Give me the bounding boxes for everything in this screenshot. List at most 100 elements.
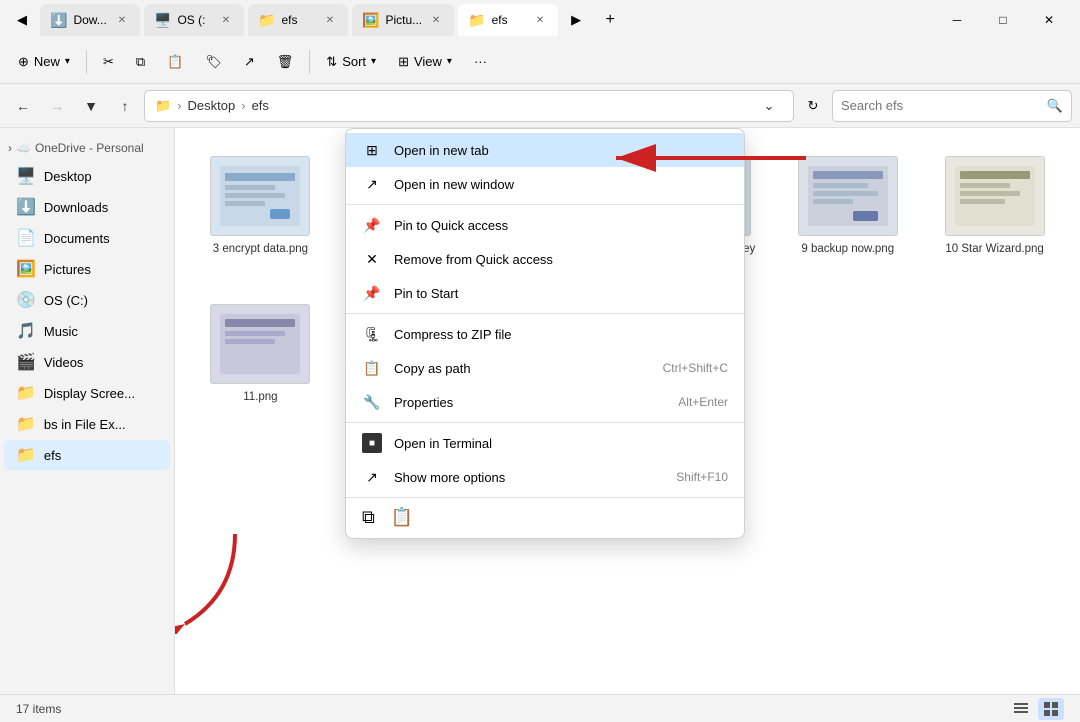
file-item-10[interactable]: 10 Star Wizard.png <box>929 148 1060 280</box>
refresh-button[interactable]: ↻ <box>798 91 828 121</box>
toolbar-sep-2 <box>309 50 310 74</box>
search-box[interactable]: 🔍 <box>832 90 1072 122</box>
sidebar-item-desktop[interactable]: 🖥️ Desktop <box>4 161 170 191</box>
share-button[interactable]: ↗ <box>234 45 265 79</box>
sidebar-efs-label: efs <box>44 448 61 463</box>
ctx-remove-quick[interactable]: ✕ Remove from Quick access <box>346 242 744 276</box>
search-input[interactable] <box>841 98 1041 113</box>
tab-efs2-close[interactable]: ✕ <box>532 12 548 28</box>
new-button[interactable]: ⊕ New ▾ <box>8 45 80 79</box>
tab-os[interactable]: 🖥️ OS (: ✕ <box>144 4 244 36</box>
sidebar-pictures-label: Pictures <box>44 262 91 277</box>
ctx-open-terminal[interactable]: ■ Open in Terminal <box>346 426 744 460</box>
copy-button[interactable]: ⧉ <box>126 45 155 79</box>
tab-efs2[interactable]: 📁 efs ✕ <box>458 4 558 36</box>
address-path[interactable]: 📁 › Desktop › efs ⌄ <box>144 90 794 122</box>
tab-pictures-close[interactable]: ✕ <box>428 12 444 28</box>
address-dropdown-button[interactable]: ⌄ <box>755 92 783 120</box>
pin-quick-icon: 📌 <box>362 215 382 235</box>
tab-efs1-label: efs <box>281 13 297 27</box>
minimize-button[interactable]: ─ <box>934 4 980 36</box>
sidebar-desktop-label: Desktop <box>44 169 92 184</box>
tab-downloads-close[interactable]: ✕ <box>114 12 130 28</box>
ctx-pin-start[interactable]: 📌 Pin to Start <box>346 276 744 310</box>
up-button[interactable]: ↑ <box>110 91 140 121</box>
sidebar-item-os-c[interactable]: 💿 OS (C:) <box>4 285 170 315</box>
sidebar-item-display[interactable]: 📁 Display Scree... <box>4 378 170 408</box>
new-chevron-icon: ▾ <box>65 56 70 67</box>
share-icon: ↗ <box>244 54 255 70</box>
efs-icon: 📁 <box>16 445 36 465</box>
rename-button[interactable]: 🏷 <box>195 45 232 79</box>
os-c-icon: 💿 <box>16 290 36 310</box>
sidebar-item-pictures[interactable]: 🖼️ Pictures <box>4 254 170 284</box>
tab-add-button[interactable]: + <box>594 4 626 36</box>
recent-locations-button[interactable]: ▼ <box>76 91 106 121</box>
file-item-3[interactable]: 3 encrypt data.png <box>195 148 326 280</box>
sidebar-item-documents[interactable]: 📄 Documents <box>4 223 170 253</box>
delete-icon: 🗑 <box>277 54 294 70</box>
tab-efs1-close[interactable]: ✕ <box>322 12 338 28</box>
ctx-paste-icon-2[interactable]: 📋 <box>391 507 413 528</box>
ctx-copy-path-label: Copy as path <box>394 361 651 376</box>
path-folder-icon: 📁 <box>155 98 171 114</box>
ctx-properties[interactable]: 🔧 Properties Alt+Enter <box>346 385 744 419</box>
grid-view-button[interactable] <box>1038 698 1064 720</box>
ctx-open-new-window[interactable]: ↗ Open in new window <box>346 167 744 201</box>
ctx-pin-quick[interactable]: 📌 Pin to Quick access <box>346 208 744 242</box>
videos-icon: 🎬 <box>16 352 36 372</box>
tab-next[interactable]: ▶ <box>562 4 590 36</box>
view-icon: ⊞ <box>398 54 409 70</box>
tab-prev[interactable]: ◀ <box>8 4 36 36</box>
ctx-copy-icon-2[interactable]: ⧉ <box>362 507 375 528</box>
sort-button[interactable]: ⇅ Sort ▾ <box>316 45 386 79</box>
sidebar-item-music[interactable]: 🎵 Music <box>4 316 170 346</box>
sidebar-item-downloads[interactable]: ⬇️ Downloads <box>4 192 170 222</box>
ctx-copy-path[interactable]: 📋 Copy as path Ctrl+Shift+C <box>346 351 744 385</box>
down-arrow-indicator <box>175 534 255 634</box>
toolbar-sep-1 <box>86 50 87 74</box>
file-name-3: 3 encrypt data.png <box>213 242 308 257</box>
back-button[interactable]: ← <box>8 91 38 121</box>
rename-icon: 🏷 <box>205 54 222 70</box>
file-name-10: 10 Star Wizard.png <box>945 242 1043 257</box>
context-menu: ⊞ Open in new tab ↗ Open in new window 📌… <box>345 128 745 539</box>
ctx-open-new-tab[interactable]: ⊞ Open in new tab <box>346 133 744 167</box>
cut-button[interactable]: ✂ <box>93 45 124 79</box>
maximize-button[interactable]: □ <box>980 4 1026 36</box>
file-item-11[interactable]: 11.png <box>195 296 326 413</box>
view-chevron-icon: ▾ <box>447 56 452 67</box>
ctx-show-more[interactable]: ↗ Show more options Shift+F10 <box>346 460 744 494</box>
view-toggle <box>1008 698 1064 720</box>
tab-downloads-icon: ⬇️ <box>50 12 67 29</box>
status-bar: 17 items <box>0 694 1080 722</box>
sidebar-item-efs[interactable]: 📁 efs <box>4 440 170 470</box>
tab-efs1[interactable]: 📁 efs ✕ <box>248 4 348 36</box>
tab-downloads[interactable]: ⬇️ Dow... ✕ <box>40 4 140 36</box>
close-button[interactable]: ✕ <box>1026 4 1072 36</box>
forward-button[interactable]: → <box>42 91 72 121</box>
sidebar-item-bs[interactable]: 📁 bs in File Ex... <box>4 409 170 439</box>
sidebar-item-videos[interactable]: 🎬 Videos <box>4 347 170 377</box>
view-button[interactable]: ⊞ View ▾ <box>388 45 462 79</box>
delete-button[interactable]: 🗑 <box>267 45 304 79</box>
more-button[interactable]: ··· <box>464 45 497 79</box>
expand-icon: › <box>8 141 12 155</box>
ctx-compress-zip[interactable]: 🗜 Compress to ZIP file <box>346 317 744 351</box>
onedrive-header[interactable]: › ☁️ OneDrive - Personal <box>0 136 174 160</box>
list-view-button[interactable] <box>1008 698 1034 720</box>
ctx-copy-path-shortcut: Ctrl+Shift+C <box>663 361 728 375</box>
file-item-9[interactable]: 9 backup now.png <box>782 148 913 280</box>
file-thumb-10 <box>945 156 1045 236</box>
ctx-open-new-tab-label: Open in new tab <box>394 143 728 158</box>
compress-zip-icon: 🗜 <box>362 324 382 344</box>
ctx-sep-1 <box>346 204 744 205</box>
ctx-compress-zip-label: Compress to ZIP file <box>394 327 728 342</box>
sidebar-videos-label: Videos <box>44 355 84 370</box>
address-bar: ← → ▼ ↑ 📁 › Desktop › efs ⌄ ↻ 🔍 <box>0 84 1080 128</box>
tab-pictures[interactable]: 🖼️ Pictu... ✕ <box>352 4 454 36</box>
paste-button[interactable]: 📋 <box>157 45 193 79</box>
tab-os-close[interactable]: ✕ <box>218 12 234 28</box>
main-area: › ☁️ OneDrive - Personal 🖥️ Desktop ⬇️ D… <box>0 128 1080 694</box>
sort-label: Sort <box>342 54 366 69</box>
